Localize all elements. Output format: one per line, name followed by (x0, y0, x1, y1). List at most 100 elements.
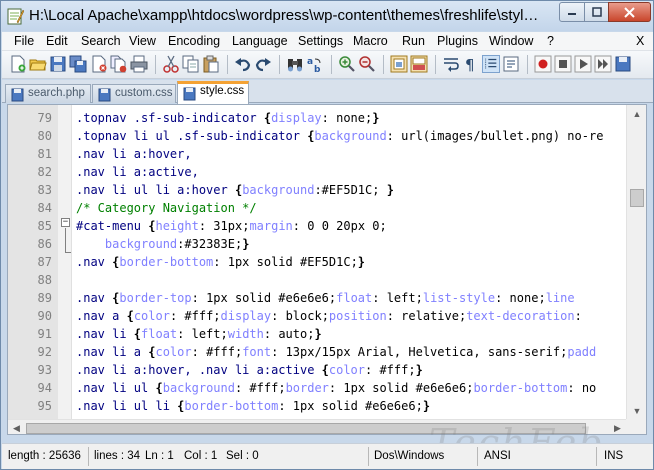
line-number: 95 (37, 399, 52, 413)
code-token: } (242, 237, 250, 251)
tab-search-php[interactable]: search.php (5, 84, 91, 103)
menu-file[interactable]: File (14, 34, 34, 48)
open-file-icon[interactable] (29, 55, 47, 73)
cut-icon[interactable] (162, 55, 180, 73)
menu-view[interactable]: View (129, 34, 156, 48)
copy-icon[interactable] (182, 55, 200, 73)
record-macro-icon[interactable] (534, 55, 552, 73)
status-ln: Ln : 1 (145, 450, 174, 462)
code-line[interactable] (72, 271, 76, 289)
code-line[interactable]: .nav a {color: #fff;display: block;posit… (72, 307, 582, 325)
code-token: left (386, 291, 416, 305)
fold-toggle-icon[interactable]: − (61, 218, 70, 227)
menu-window[interactable]: Window (489, 34, 533, 48)
code-line[interactable]: .topnav .sf-sub-indicator {display: none… (72, 109, 379, 127)
close-document-button[interactable]: X (636, 34, 644, 48)
undo-icon[interactable] (234, 55, 252, 73)
code-line[interactable]: .nav li a:active, (72, 163, 199, 181)
code-token: position (328, 309, 387, 323)
menu-plugins[interactable]: Plugins (437, 34, 478, 48)
paste-icon[interactable] (202, 55, 220, 73)
sync-vertical-icon[interactable] (390, 55, 408, 73)
code-line[interactable]: .nav {border-top: 1px solid #e6e6e6;floa… (72, 289, 575, 307)
toolbar-separator (383, 55, 384, 74)
save-icon[interactable] (49, 55, 67, 73)
user-lang-icon[interactable] (502, 55, 520, 73)
code-line[interactable]: .nav li ul li a:hover {background:#EF5D1… (72, 181, 394, 199)
play-macro-icon[interactable] (574, 55, 592, 73)
indent-guide-icon[interactable] (482, 55, 500, 73)
menu-language[interactable]: Language (232, 34, 288, 48)
close-icon[interactable] (90, 55, 108, 73)
code-line[interactable]: .nav {border-bottom: 1px solid #EF5D1C;} (72, 253, 365, 271)
scroll-left-icon[interactable]: ◀ (8, 420, 25, 434)
stop-macro-icon[interactable] (554, 55, 572, 73)
code-token: } (314, 327, 322, 341)
code-token: relative (401, 309, 459, 323)
code-line[interactable]: .nav li a {color: #fff;font: 13px/15px A… (72, 343, 596, 361)
menu-run[interactable]: Run (402, 34, 425, 48)
line-number: 79 (37, 111, 52, 125)
close-all-icon[interactable] (110, 55, 128, 73)
code-token: .nav (76, 291, 113, 305)
tab-style-css[interactable]: style.css (177, 81, 249, 104)
code-line[interactable]: .nav li a:hover, .nav li a:active {color… (72, 361, 423, 379)
maximize-button[interactable] (584, 2, 609, 22)
code-token: background (104, 237, 178, 251)
code-line[interactable]: /* Category Navigation */ (72, 199, 257, 217)
show-all-chars-icon[interactable]: ¶ (462, 55, 480, 73)
menu-edit[interactable]: Edit (46, 34, 68, 48)
code-token: : (198, 219, 214, 233)
code-line[interactable]: .nav li ul li {border-bottom: 1px solid … (72, 397, 430, 415)
status-col: Col : 1 (184, 450, 218, 462)
code-token: /* Category Navigation */ (76, 201, 257, 215)
replace-icon[interactable]: ab (306, 55, 324, 73)
code-token: border-bottom (119, 255, 214, 269)
code-line[interactable]: background:#32383E;} (72, 235, 250, 253)
code-line[interactable]: .nav li ul {background: #fff;border: 1px… (72, 379, 596, 397)
code-text-area[interactable]: .topnav .sf-sub-indicator {display: none… (72, 105, 626, 434)
code-token: .nav li ul li a:hover (76, 183, 235, 197)
minimize-button[interactable] (559, 2, 585, 22)
find-icon[interactable] (286, 55, 304, 73)
code-line[interactable]: .nav li a:hover, (72, 145, 192, 163)
code-token: { (321, 363, 329, 377)
scroll-down-icon[interactable]: ▼ (627, 402, 646, 419)
word-wrap-icon[interactable] (442, 55, 460, 73)
code-token: url(images/bullet.png) no-re (401, 129, 604, 143)
tab-custom-css[interactable]: custom.css (92, 84, 176, 103)
zoom-in-icon[interactable] (338, 55, 356, 73)
status-length: length : 25636 (8, 450, 81, 462)
save-macro-icon[interactable] (614, 55, 632, 73)
code-token: : (495, 291, 510, 305)
scroll-right-icon[interactable]: ▶ (609, 420, 626, 434)
menu-encoding[interactable]: Encoding (168, 34, 220, 48)
code-line[interactable]: .nav li {float: left;width: auto;} (72, 325, 322, 343)
menu-help[interactable]: ? (547, 34, 554, 48)
zoom-out-icon[interactable] (358, 55, 376, 73)
save-all-icon[interactable] (69, 55, 87, 73)
code-token: : (263, 327, 279, 341)
play-multiple-icon[interactable] (594, 55, 612, 73)
scroll-up-icon[interactable]: ▲ (627, 105, 646, 122)
code-token: left (191, 327, 221, 341)
print-icon[interactable] (130, 55, 148, 73)
menu-search[interactable]: Search (81, 34, 121, 48)
new-file-icon[interactable] (9, 55, 27, 73)
sync-horizontal-icon[interactable] (410, 55, 428, 73)
code-line[interactable]: #cat-menu {height: 31px;margin: 0 0 20px… (72, 217, 387, 235)
vertical-scroll-thumb[interactable] (630, 189, 644, 207)
code-editor[interactable]: 79 80 81 82 83 84 85 86 87 88 89 90 91 92 93 94 95 − .to… (7, 104, 647, 435)
code-token: .topnav li ul .sf-sub-indicator (76, 129, 308, 143)
code-line[interactable]: .topnav li ul .sf-sub-indicator {backgro… (72, 127, 603, 145)
code-token: : (328, 381, 344, 395)
close-window-button[interactable] (608, 2, 651, 22)
vertical-scrollbar[interactable]: ▲ ▼ (626, 105, 646, 419)
code-token: border-bottom (184, 399, 279, 413)
status-insert-mode[interactable]: INS (604, 450, 623, 462)
code-token: #fff (379, 363, 409, 377)
menu-settings[interactable]: Settings (298, 34, 343, 48)
file-icon (11, 88, 24, 102)
redo-icon[interactable] (254, 55, 272, 73)
menu-macro[interactable]: Macro (353, 34, 388, 48)
